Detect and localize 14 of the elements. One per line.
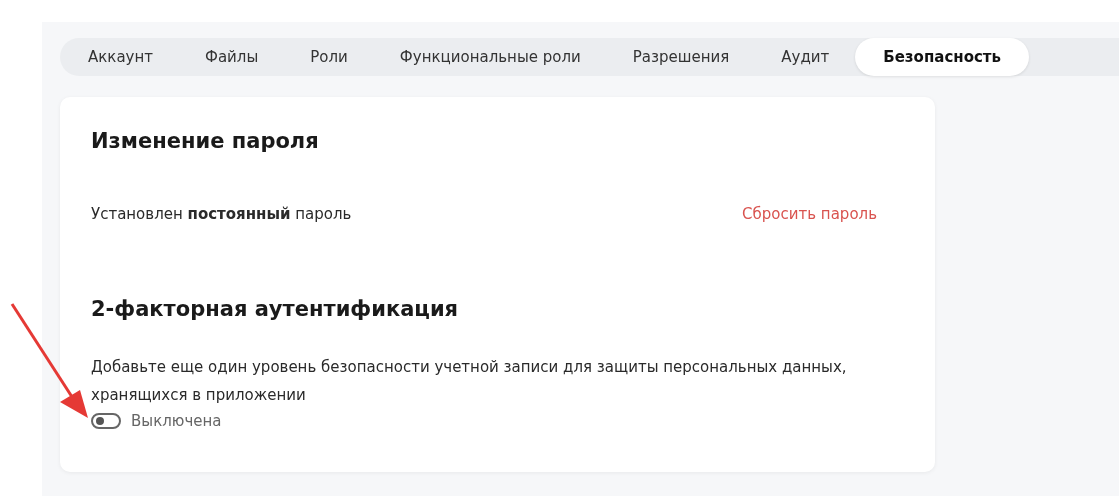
reset-password-link[interactable]: Сбросить пароль xyxy=(742,205,877,223)
tab[interactable]: Функциональные роли xyxy=(373,38,607,76)
tab[interactable]: Роли xyxy=(284,38,374,76)
description-text: Добавьте еще один уровень безопасности учетной записи для защиты персональных данных, хранящихся в приложении xyxy=(91,357,848,406)
section-title: 2-факторная аутентификация xyxy=(91,296,460,323)
password-status: Установлен постоянный пароль xyxy=(91,204,352,225)
tab[interactable]: Аудит xyxy=(755,38,856,76)
toggle-switch[interactable] xyxy=(91,413,121,429)
toggle-label: Выключена xyxy=(131,412,222,430)
section-title: Изменение пароля xyxy=(91,128,320,155)
tab[interactable]: Файлы xyxy=(179,38,285,76)
tab[interactable]: Разрешения xyxy=(606,38,756,76)
tab[interactable]: Аккаунт xyxy=(62,38,179,76)
tab[interactable]: Безопасность xyxy=(855,38,1029,76)
